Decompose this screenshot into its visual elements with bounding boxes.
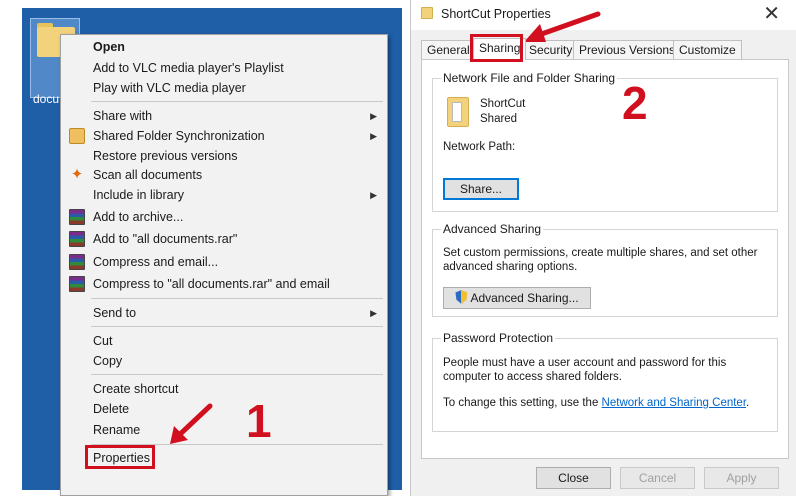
sharing-tab-panel: Network File and Folder Sharing ShortCut…: [421, 59, 789, 459]
properties-dialog: ShortCut Properties ✕ General Sharing Se…: [410, 0, 796, 496]
context-menu: Open Add to VLC media player's Playlist …: [60, 34, 388, 496]
password-protection-change-text: To change this setting, use the Network …: [443, 396, 749, 410]
menu-item-label: Open: [93, 40, 125, 54]
group-title: Advanced Sharing: [441, 222, 544, 236]
submenu-arrow-icon: ▶: [370, 190, 377, 200]
winrar-icon: [69, 231, 85, 247]
advanced-sharing-group: Advanced Sharing Set custom permissions,…: [432, 222, 778, 317]
menu-item-create-shortcut[interactable]: Create shortcut: [61, 379, 387, 399]
close-button[interactable]: Close: [536, 467, 611, 489]
menu-item-label: Compress to "all documents.rar" and emai…: [93, 277, 330, 291]
menu-item-compress-and-email[interactable]: Compress and email...: [61, 252, 387, 272]
sharing-tab-highlight-box: [470, 34, 523, 62]
step-number-2: 2: [622, 77, 648, 129]
close-icon[interactable]: ✕: [763, 2, 780, 26]
menu-item-label: Compress and email...: [93, 255, 219, 269]
advanced-sharing-description: advanced sharing options.: [443, 261, 578, 273]
submenu-arrow-icon: ▶: [370, 111, 377, 121]
menu-item-label: Add to VLC media player's Playlist: [93, 61, 284, 75]
menu-item-label: Copy: [93, 354, 123, 368]
winrar-icon: [69, 209, 85, 225]
menu-separator: [91, 326, 383, 327]
sync-icon: [69, 128, 85, 144]
tab-general[interactable]: General: [421, 40, 476, 60]
password-protection-text: People must have a user account and pass…: [443, 357, 727, 369]
menu-item-scan-all-documents[interactable]: ✦ Scan all documents: [61, 165, 387, 185]
menu-item-send-to[interactable]: Send to ▶: [61, 303, 387, 323]
menu-item-restore-previous-versions[interactable]: Restore previous versions: [61, 146, 387, 166]
arrow-icon: [170, 403, 213, 444]
menu-item-label: Rename: [93, 423, 141, 437]
share-button[interactable]: Share...: [443, 178, 519, 200]
folder-icon: [421, 7, 433, 19]
change-setting-suffix: .: [746, 397, 750, 409]
arrow-icon: [524, 11, 601, 42]
menu-item-cut[interactable]: Cut: [61, 331, 387, 351]
menu-item-copy[interactable]: Copy: [61, 351, 387, 371]
dialog-titlebar[interactable]: ShortCut Properties ✕: [411, 0, 796, 30]
advanced-sharing-button-label: Advanced Sharing...: [470, 291, 579, 305]
tab-customize[interactable]: Customize: [673, 40, 742, 60]
winrar-icon: [69, 254, 85, 270]
menu-item-open[interactable]: Open: [61, 37, 387, 57]
menu-item-label: Send to: [93, 306, 137, 320]
submenu-arrow-icon: ▶: [370, 308, 377, 318]
folder-share-status: Shared: [480, 113, 518, 125]
group-title: Password Protection: [441, 331, 556, 345]
menu-item-include-in-library[interactable]: Include in library ▶: [61, 185, 387, 205]
menu-item-compress-to-rar-and-email[interactable]: Compress to "all documents.rar" and emai…: [61, 274, 387, 294]
group-title: Network File and Folder Sharing: [441, 71, 618, 85]
menu-separator: [91, 298, 383, 299]
menu-item-add-to-vlc-playlist[interactable]: Add to VLC media player's Playlist: [61, 58, 387, 78]
menu-item-label: Share with: [93, 109, 153, 123]
menu-item-label: Scan all documents: [93, 168, 203, 182]
menu-item-label: Add to archive...: [93, 210, 184, 224]
menu-item-label: Play with VLC media player: [93, 81, 246, 95]
menu-item-shared-folder-sync[interactable]: Shared Folder Synchronization ▶: [61, 126, 387, 146]
password-protection-group: Password Protection People must have a u…: [432, 331, 778, 432]
network-path-label: Network Path:: [443, 141, 516, 153]
scan-icon: ✦: [70, 166, 84, 183]
folder-name: ShortCut: [480, 98, 526, 110]
menu-separator: [91, 374, 383, 375]
properties-highlight-box: [85, 445, 155, 469]
step-number-1: 1: [246, 395, 272, 447]
uac-shield-icon: [455, 290, 468, 304]
password-protection-text: computer to access shared folders.: [443, 371, 622, 383]
cancel-button[interactable]: Cancel: [620, 467, 695, 489]
submenu-arrow-icon: ▶: [370, 131, 377, 141]
menu-item-share-with[interactable]: Share with ▶: [61, 106, 387, 126]
menu-item-add-to-rar[interactable]: Add to "all documents.rar": [61, 229, 387, 249]
winrar-icon: [69, 276, 85, 292]
menu-item-label: Delete: [93, 402, 130, 416]
menu-item-label: Shared Folder Synchronization: [93, 129, 265, 143]
menu-item-rename[interactable]: Rename: [61, 420, 387, 440]
advanced-sharing-button[interactable]: Advanced Sharing...: [443, 287, 591, 309]
change-setting-prefix: To change this setting, use the: [443, 397, 602, 409]
menu-item-delete[interactable]: Delete: [61, 399, 387, 419]
menu-item-label: Add to "all documents.rar": [93, 232, 238, 246]
menu-item-label: Create shortcut: [93, 382, 179, 396]
menu-item-label: Include in library: [93, 188, 185, 202]
apply-button[interactable]: Apply: [704, 467, 779, 489]
document-icon: [452, 102, 462, 122]
desktop-icon-label: docu: [33, 92, 60, 106]
network-sharing-group: Network File and Folder Sharing ShortCut…: [432, 71, 778, 212]
menu-item-play-with-vlc[interactable]: Play with VLC media player: [61, 78, 387, 98]
advanced-sharing-description: Set custom permissions, create multiple …: [443, 247, 758, 259]
menu-separator: [91, 101, 383, 102]
menu-item-add-to-archive[interactable]: Add to archive...: [61, 207, 387, 227]
network-sharing-center-link[interactable]: Network and Sharing Center: [602, 397, 746, 409]
menu-item-label: Cut: [93, 334, 113, 348]
menu-item-label: Restore previous versions: [93, 149, 238, 163]
shared-folder-icon: [447, 97, 469, 127]
